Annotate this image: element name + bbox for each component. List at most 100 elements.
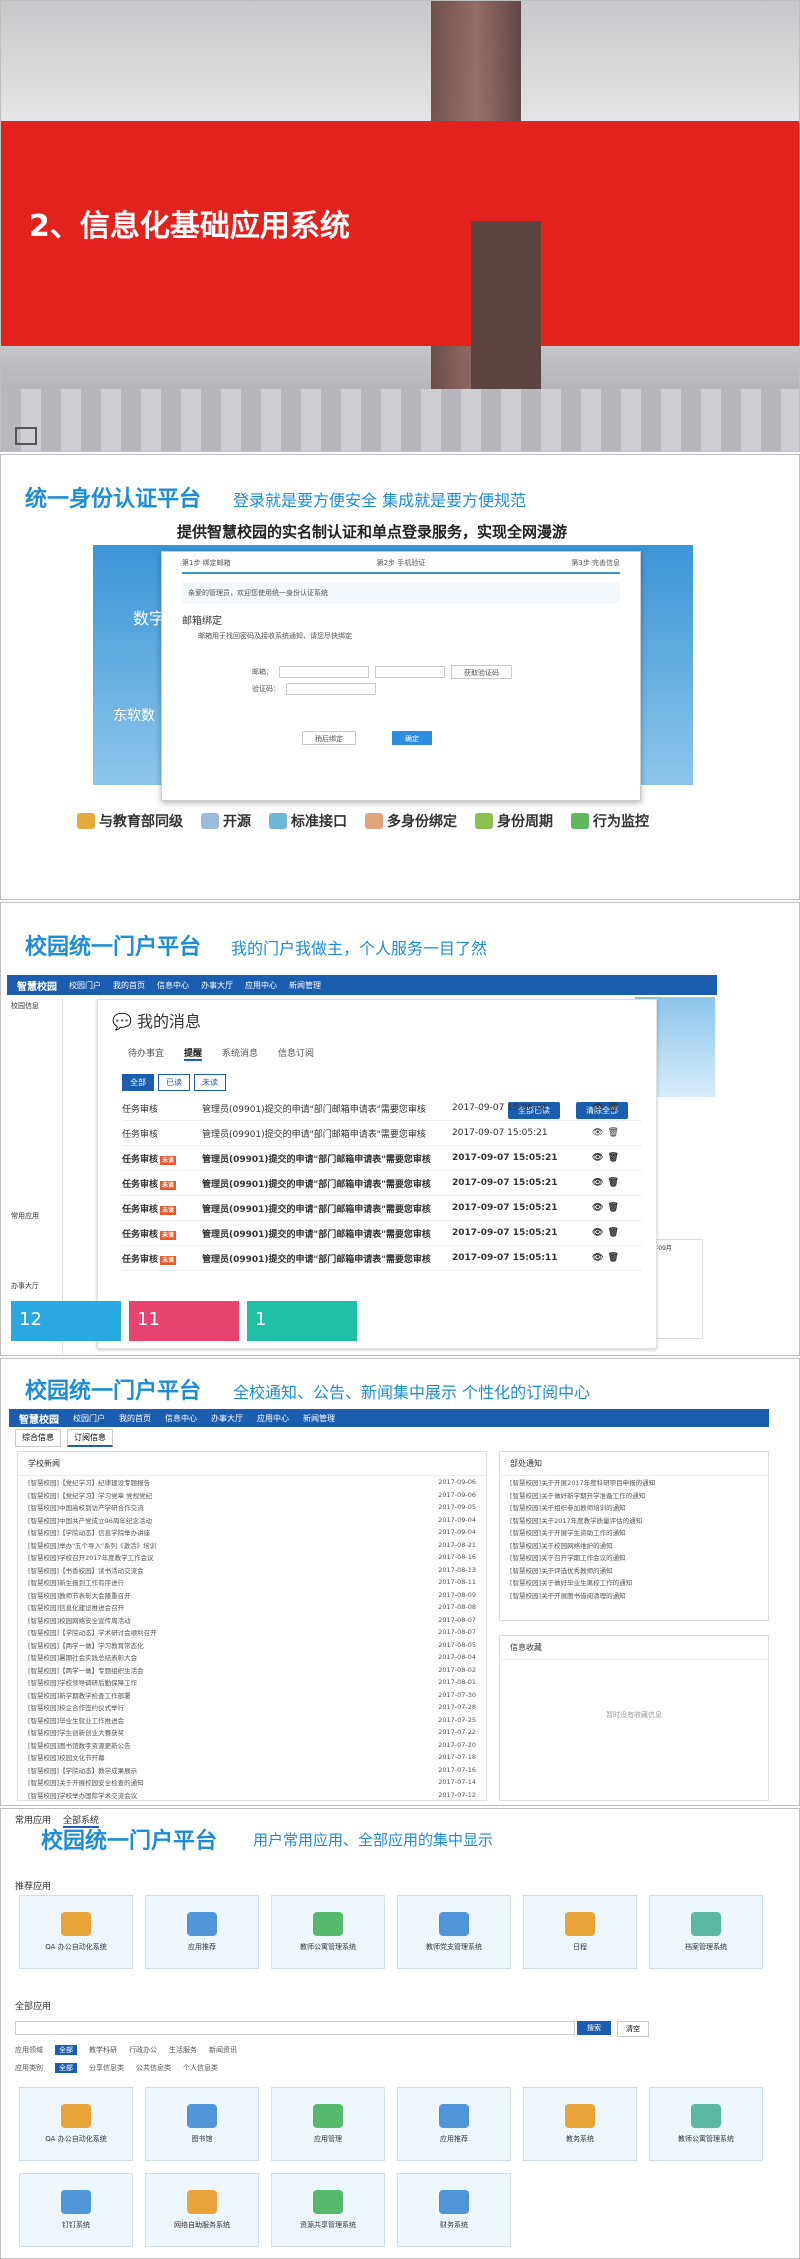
stat-card[interactable]: 12 [11, 1301, 121, 1341]
filter-option[interactable]: 新闻资讯 [209, 2045, 237, 2055]
notice-item[interactable]: [智慧校园]关于开展2017年度科研项目申报的通知 [500, 1476, 768, 1489]
news-item[interactable]: [智慧校园]中国共产党成立96周年纪念活动 2017-09-04 [18, 1514, 486, 1527]
nav-item[interactable]: 校园门户 [69, 980, 101, 991]
app-search-input[interactable] [15, 2021, 575, 2035]
trash-icon[interactable]: 🗑 [607, 1178, 618, 1188]
notice-item[interactable]: [智慧校园]关于做好毕业生离校工作的通知 [500, 1576, 768, 1589]
filter-option[interactable]: 教学科研 [89, 2045, 117, 2055]
tab-general[interactable]: 综合信息 [15, 1429, 61, 1447]
news-item[interactable]: [智慧校园]【两学一做】学习教育常态化 2017-08-05 [18, 1639, 486, 1652]
news-item[interactable]: [智慧校园]学校领导调研后勤保障工作 2017-08-01 [18, 1676, 486, 1689]
trash-icon[interactable]: 🗑 [607, 1203, 618, 1213]
message-row[interactable]: 任务审核 管理员(09901)提交的申请"部门邮箱申请表"需要您审核 2017-… [122, 1096, 642, 1121]
tab-reminder[interactable]: 提醒 [184, 1046, 203, 1061]
app-tile[interactable]: 应用推荐 [145, 1895, 259, 1969]
message-row[interactable]: 任务审核 管理员(09901)提交的申请"部门邮箱申请表"需要您审核 2017-… [122, 1121, 642, 1146]
tab-common[interactable]: 常用应用 [15, 1813, 51, 1828]
app-tile[interactable]: 档案管理系统 [649, 1895, 763, 1969]
app-tile[interactable]: 图书馆 [145, 2087, 259, 2161]
filter-option[interactable]: 生活服务 [169, 2045, 197, 2055]
eye-icon[interactable]: 👁 [592, 1178, 603, 1188]
nav-item[interactable]: 信息中心 [157, 980, 189, 991]
eye-icon[interactable]: 👁 [592, 1253, 603, 1263]
nav-item[interactable]: 应用中心 [257, 1413, 289, 1424]
message-row[interactable]: 任务审核 未读 管理员(09901)提交的申请"部门邮箱申请表"需要您审核 201… [122, 1196, 642, 1221]
search-button[interactable]: 搜索 [577, 2021, 611, 2035]
app-tile[interactable]: 教师党支管理系统 [397, 1895, 511, 1969]
filter-option[interactable]: 全部 [55, 2063, 77, 2073]
tab-system[interactable]: 系统消息 [222, 1046, 258, 1061]
notice-item[interactable]: [智慧校园]关于2017年度教学质量评估的通知 [500, 1514, 768, 1527]
filter-unread[interactable]: 未读 [194, 1074, 226, 1091]
news-item[interactable]: [智慧校园]信息化建设推进会召开 2017-08-08 [18, 1601, 486, 1614]
nav-item[interactable]: 应用中心 [245, 980, 277, 991]
app-tile[interactable]: 教师公寓管理系统 [271, 1895, 385, 1969]
eye-icon[interactable]: 👁 [592, 1203, 603, 1213]
nav-item[interactable]: 信息中心 [165, 1413, 197, 1424]
app-tile[interactable]: OA 办公自动化系统 [19, 1895, 133, 1969]
news-item[interactable]: [智慧校园]学校举办国际学术交流会议 2017-07-12 [18, 1789, 486, 1802]
app-tile[interactable]: 日程 [523, 1895, 637, 1969]
clear-button[interactable]: 清空 [617, 2021, 649, 2037]
tab-subscription[interactable]: 信息订阅 [278, 1046, 314, 1061]
app-tile[interactable]: 教师公寓管理系统 [649, 2087, 763, 2161]
notice-item[interactable]: [智慧校园]关于组织参加教师培训的通知 [500, 1501, 768, 1514]
app-tile[interactable]: OA 办公自动化系统 [19, 2087, 133, 2161]
message-row[interactable]: 任务审核 未读 管理员(09901)提交的申请"部门邮箱申请表"需要您审核 201… [122, 1146, 642, 1171]
news-item[interactable]: [智慧校园]暑期社会实践总结表彰大会 2017-08-04 [18, 1651, 486, 1664]
app-tile[interactable]: 应用推荐 [397, 2087, 511, 2161]
app-tile[interactable]: 网络自助服务系统 [145, 2173, 259, 2247]
trash-icon[interactable]: 🗑 [607, 1128, 618, 1138]
trash-icon[interactable]: 🗑 [607, 1153, 618, 1163]
eye-icon[interactable]: 👁 [592, 1228, 603, 1238]
app-tile[interactable]: 资源共享管理系统 [271, 2173, 385, 2247]
news-item[interactable]: [智慧校园]新生报到工作有序进行 2017-08-11 [18, 1576, 486, 1589]
notice-item[interactable]: [智慧校园]关于开展学生资助工作的通知 [500, 1526, 768, 1539]
filter-all[interactable]: 全部 [122, 1074, 154, 1091]
app-tile[interactable]: 财务系统 [397, 2173, 511, 2247]
tab-all-systems[interactable]: 全部系统 [63, 1813, 100, 1828]
news-item[interactable]: [智慧校园]校园网络安全宣传周活动 2017-08-07 [18, 1614, 486, 1627]
filter-option[interactable]: 公共信息类 [136, 2063, 171, 2073]
notice-item[interactable]: [智慧校园]关于校园网络维护的通知 [500, 1539, 768, 1552]
notice-item[interactable]: [智慧校园]关于开展图书借阅清理的通知 [500, 1589, 768, 1602]
tab-todo[interactable]: 待办事宜 [128, 1046, 164, 1061]
eye-icon[interactable]: 👁 [592, 1153, 603, 1163]
news-item[interactable]: [智慧校园]【学院动态】信息学院举办讲座 2017-09-04 [18, 1526, 486, 1539]
filter-option[interactable]: 全部 [55, 2045, 77, 2055]
news-item[interactable]: [智慧校园]学校召开2017年度教学工作会议 2017-08-16 [18, 1551, 486, 1564]
filter-option[interactable]: 行政办公 [129, 2045, 157, 2055]
app-tile[interactable]: 应用管理 [271, 2087, 385, 2161]
news-item[interactable]: [智慧校园]举办"五个导入"系列《激活》培训 2017-08-21 [18, 1539, 486, 1552]
stat-card[interactable]: 1 [247, 1301, 357, 1341]
nav-item[interactable]: 新闻管理 [303, 1413, 335, 1424]
news-item[interactable]: [智慧校园]【书香校园】读书活动交流会 2017-08-13 [18, 1564, 486, 1577]
message-row[interactable]: 任务审核 未读 管理员(09901)提交的申请"部门邮箱申请表"需要您审核 201… [122, 1221, 642, 1246]
news-item[interactable]: [智慧校园]图书馆数字资源更新公告 2017-07-20 [18, 1739, 486, 1752]
nav-item[interactable]: 办事大厅 [201, 980, 233, 991]
news-item[interactable]: [智慧校园]【党纪学习】纪律建设专题报告 2017-09-06 [18, 1476, 486, 1489]
eye-icon[interactable]: 👁 [592, 1128, 603, 1138]
news-item[interactable]: [智慧校园]【学院动态】学术研讨会顺利召开 2017-08-07 [18, 1626, 486, 1639]
domain-select[interactable] [375, 666, 445, 678]
trash-icon[interactable]: 🗑 [607, 1228, 618, 1238]
notice-item[interactable]: [智慧校园]关于评选优秀教师的通知 [500, 1564, 768, 1577]
eye-icon[interactable]: 👁 [592, 1103, 603, 1113]
filter-option[interactable]: 分享信息类 [89, 2063, 124, 2073]
stat-card[interactable]: 11 [129, 1301, 239, 1341]
app-tile[interactable]: 教务系统 [523, 2087, 637, 2161]
app-tile[interactable]: 钉钉系统 [19, 2173, 133, 2247]
get-code-button[interactable]: 获取验证码 [451, 665, 512, 679]
news-item[interactable]: [智慧校园]关于开展校园安全检查的通知 2017-07-14 [18, 1776, 486, 1789]
filter-read[interactable]: 已读 [158, 1074, 190, 1091]
nav-item[interactable]: 我的首页 [113, 980, 145, 991]
notice-item[interactable]: [智慧校园]关于做好新学期开学准备工作的通知 [500, 1489, 768, 1502]
news-item[interactable]: [智慧校园]教师节表彰大会隆重召开 2017-08-09 [18, 1589, 486, 1602]
tab-subscribed[interactable]: 订阅信息 [67, 1429, 113, 1447]
notice-item[interactable]: [智慧校园]关于召开学期工作会议的通知 [500, 1551, 768, 1564]
nav-item[interactable]: 校园门户 [73, 1413, 105, 1424]
news-item[interactable]: [智慧校园]校企合作签约仪式举行 2017-07-28 [18, 1701, 486, 1714]
nav-item[interactable]: 我的首页 [119, 1413, 151, 1424]
news-item[interactable]: [智慧校园]中国高校到访产学研合作交流 2017-09-05 [18, 1501, 486, 1514]
news-item[interactable]: [智慧校园]【两学一做】专题组织生活会 2017-08-02 [18, 1664, 486, 1677]
